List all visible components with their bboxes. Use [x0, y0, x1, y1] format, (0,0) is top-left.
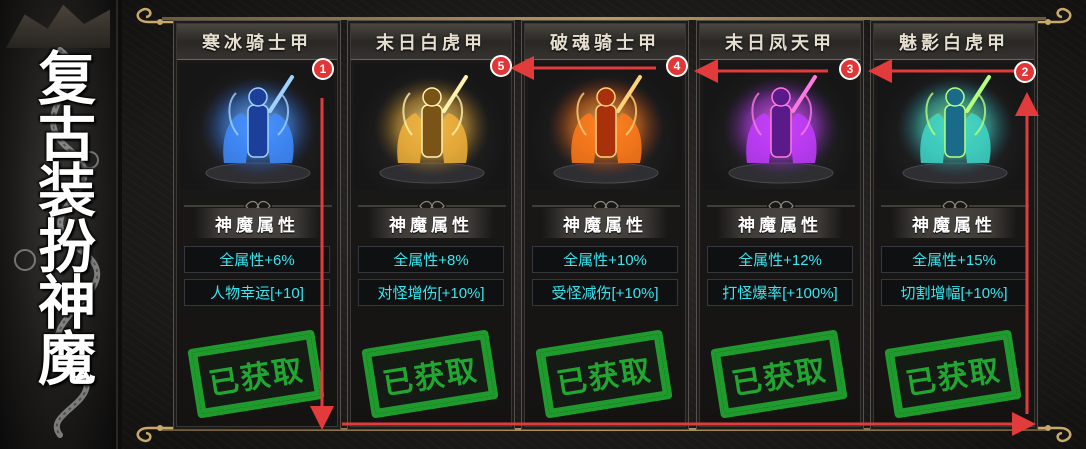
armor-figure-icon	[200, 75, 316, 184]
card-header: 寒冰骑士甲	[177, 24, 337, 60]
armor-name: 寒冰骑士甲	[202, 32, 312, 54]
armor-name: 末日白虎甲	[376, 32, 486, 54]
attribute-header: 神魔属性	[891, 208, 1017, 238]
corner-ornament-icon	[1032, 4, 1078, 32]
card-header: 末日白虎甲	[351, 24, 511, 60]
side-banner: 复古装扮神魔	[0, 0, 118, 449]
armor-card-3[interactable]: 破魂骑士甲 神魔属性 全属性+10% 受怪减伤[+10%] 已获取	[521, 20, 689, 430]
stat-all-attributes: 全属性+6%	[184, 246, 330, 273]
stat-bonus: 切割增幅[+10%]	[881, 279, 1027, 306]
order-badge: 2	[1014, 61, 1036, 83]
armor-figure-icon	[374, 75, 490, 184]
obtained-stamp-label: 已获取	[206, 352, 307, 403]
order-badge: 4	[666, 55, 688, 77]
armor-name: 末日凤天甲	[725, 32, 835, 54]
armor-card-4[interactable]: 末日凤天甲 神魔属性 全属性+12% 打怪爆率[+100%] 已获取	[696, 20, 864, 430]
corner-ornament-icon	[130, 418, 176, 446]
obtained-stamp-label: 已获取	[554, 352, 655, 403]
stat-all-attributes: 全属性+10%	[532, 246, 678, 273]
attribute-header-label: 神魔属性	[563, 215, 647, 236]
stat-all-attributes: 全属性+12%	[707, 246, 853, 273]
armor-name: 破魂骑士甲	[550, 32, 660, 54]
stat-all-attributes: 全属性+8%	[358, 246, 504, 273]
obtained-stamp-label: 已获取	[903, 352, 1004, 403]
armor-name: 魅影白虎甲	[899, 32, 1009, 54]
attribute-header: 神魔属性	[717, 208, 843, 238]
order-badge: 1	[312, 58, 334, 80]
armor-card-1[interactable]: 寒冰骑士甲 神魔属性 全属性+6% 人物幸运[+10] 已获取	[173, 20, 341, 430]
attribute-header-label: 神魔属性	[215, 215, 299, 236]
order-badge: 5	[490, 55, 512, 77]
card-header: 末日凤天甲	[700, 24, 860, 60]
obtained-stamp: 已获取	[361, 329, 499, 419]
obtained-stamp: 已获取	[884, 329, 1022, 419]
armor-preview	[877, 63, 1031, 189]
order-badge: 3	[839, 58, 861, 80]
obtained-stamp: 已获取	[187, 329, 325, 419]
obtained-stamp-label: 已获取	[729, 352, 830, 403]
card-header: 破魂骑士甲	[525, 24, 685, 60]
attribute-header-label: 神魔属性	[738, 215, 822, 236]
obtained-stamp: 已获取	[710, 329, 848, 419]
obtained-stamp-label: 已获取	[380, 352, 481, 403]
attribute-header: 神魔属性	[542, 208, 668, 238]
stat-bonus: 人物幸运[+10]	[184, 279, 330, 306]
armor-figure-icon	[548, 75, 664, 184]
armor-preview	[180, 63, 334, 189]
armor-figure-icon	[897, 75, 1013, 184]
banner-title: 复古装扮神魔	[28, 48, 96, 384]
corner-ornament-icon	[1032, 418, 1078, 446]
stat-all-attributes: 全属性+15%	[881, 246, 1027, 273]
armor-card-5[interactable]: 魅影白虎甲 神魔属性 全属性+15% 切割增幅[+10%] 已获取	[870, 20, 1038, 430]
armor-preview	[703, 63, 857, 189]
attribute-header: 神魔属性	[194, 208, 320, 238]
armor-figure-icon	[723, 75, 839, 184]
armor-card-2[interactable]: 末日白虎甲 神魔属性 全属性+8% 对怪增伤[+10%] 已获取	[347, 20, 515, 430]
stat-bonus: 受怪减伤[+10%]	[532, 279, 678, 306]
card-header: 魅影白虎甲	[874, 24, 1034, 60]
obtained-stamp: 已获取	[535, 329, 673, 419]
stat-bonus: 对怪增伤[+10%]	[358, 279, 504, 306]
attribute-header-label: 神魔属性	[389, 215, 473, 236]
corner-ornament-icon	[130, 4, 176, 32]
attribute-header-label: 神魔属性	[912, 215, 996, 236]
armor-preview	[528, 63, 682, 189]
attribute-header: 神魔属性	[368, 208, 494, 238]
stat-bonus: 打怪爆率[+100%]	[707, 279, 853, 306]
armor-preview	[354, 63, 508, 189]
